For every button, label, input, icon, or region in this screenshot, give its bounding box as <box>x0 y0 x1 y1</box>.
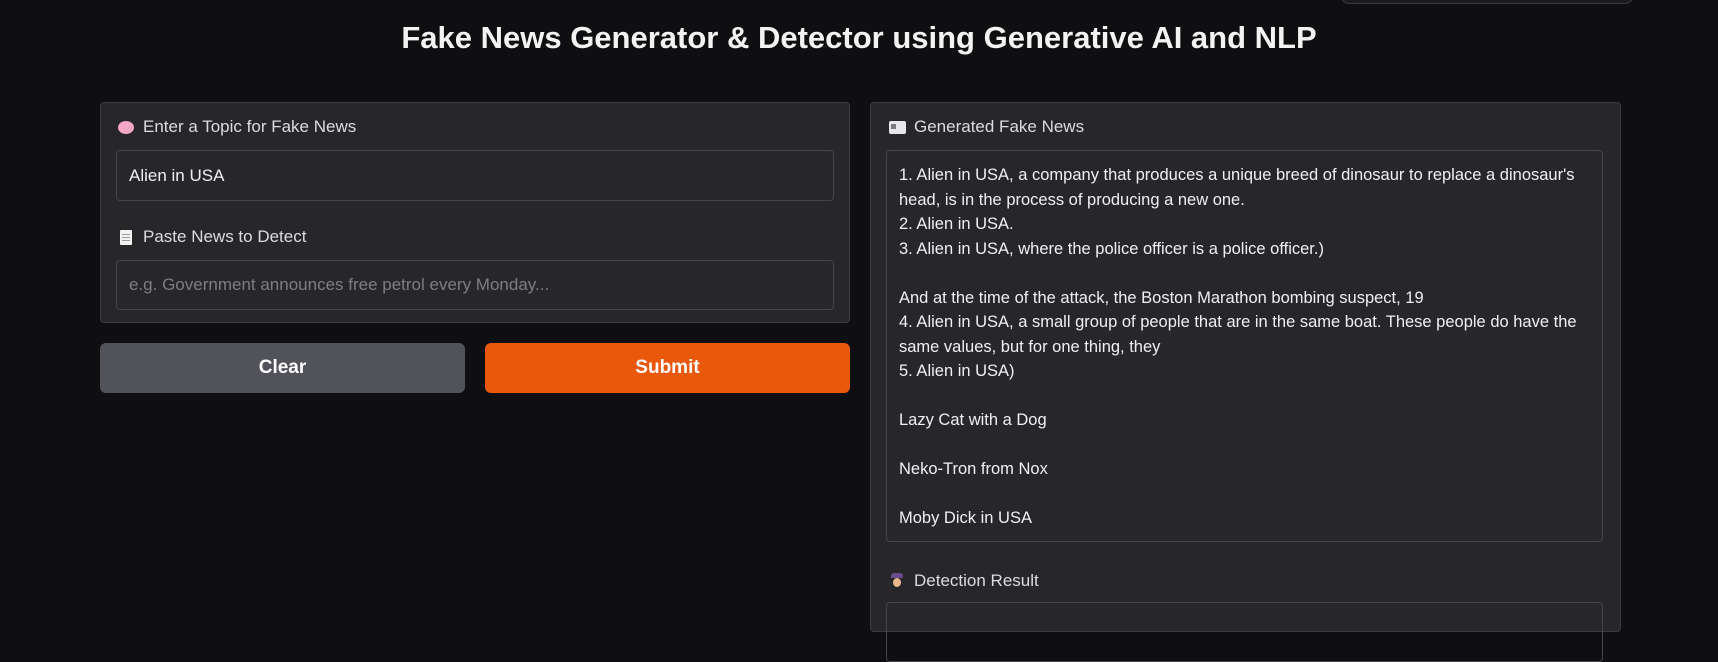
top-right-menu-stub <box>1341 0 1633 4</box>
clear-button[interactable]: Clear <box>100 343 465 393</box>
detection-result-output[interactable] <box>886 602 1603 662</box>
generated-label: Generated Fake News <box>914 117 1085 136</box>
topic-input[interactable]: Alien in USA <box>116 150 834 201</box>
generated-news-output[interactable]: 1. Alien in USA, a company that produces… <box>886 150 1603 542</box>
brain-icon <box>117 119 135 135</box>
newspaper-icon <box>888 119 906 135</box>
detect-label: Paste News to Detect <box>143 227 307 246</box>
topic-label: Enter a Topic for Fake News <box>143 117 357 136</box>
generated-label-row: Generated Fake News <box>888 117 1084 137</box>
result-label-row: Detection Result <box>888 571 1039 591</box>
output-panel: Generated Fake News 1. Alien in USA, a c… <box>870 102 1621 662</box>
page-title: Fake News Generator & Detector using Gen… <box>401 20 1317 55</box>
detective-icon <box>888 573 906 589</box>
result-label: Detection Result <box>914 571 1039 590</box>
detect-news-input[interactable]: e.g. Government announces free petrol ev… <box>116 260 834 310</box>
submit-button[interactable]: Submit <box>485 343 850 393</box>
input-panel: Enter a Topic for Fake News Alien in USA… <box>100 102 850 323</box>
topic-label-row: Enter a Topic for Fake News <box>117 117 356 137</box>
page-icon <box>117 229 135 245</box>
detect-label-row: Paste News to Detect <box>117 227 306 247</box>
